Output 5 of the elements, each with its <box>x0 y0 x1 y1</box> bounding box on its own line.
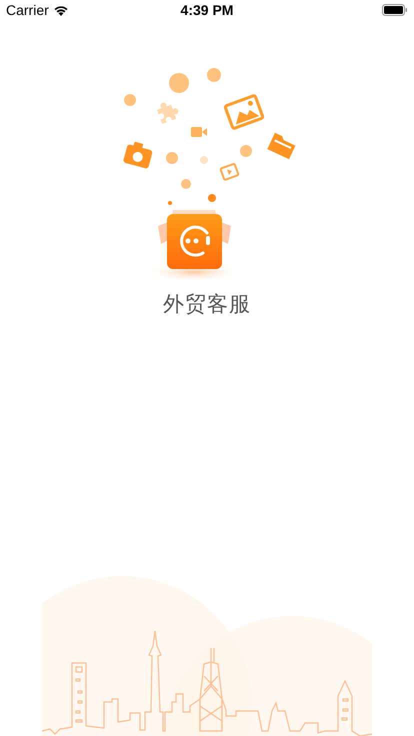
wifi-icon <box>52 4 69 16</box>
clock-time: 4:39 PM <box>180 2 234 18</box>
app-name: 外贸客服 <box>163 292 251 318</box>
battery-icon <box>382 4 408 16</box>
carrier-label: Carrier <box>6 2 49 18</box>
